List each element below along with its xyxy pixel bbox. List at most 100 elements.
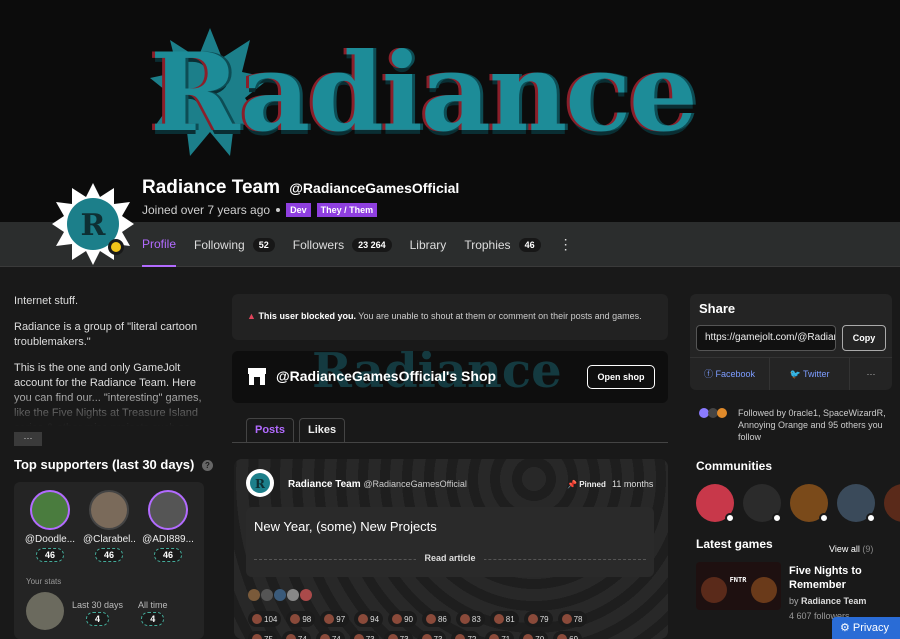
tab-profile[interactable]: Profile — [142, 222, 177, 267]
post-author-name: Radiance Team — [288, 479, 361, 490]
game-by-label: by — [789, 596, 799, 606]
share-url-field[interactable]: https://gamejolt.com/@RadianceGamesOffic… — [696, 325, 836, 351]
share-panel: Share https://gamejolt.com/@RadianceGame… — [690, 294, 892, 390]
reaction-chip[interactable]: 69 — [553, 631, 583, 639]
game-thumbnail-art: FNTR — [696, 562, 781, 610]
tab-library-label: Library — [409, 237, 447, 252]
reaction-emoji-icon — [421, 634, 432, 639]
post-timestamp: 11 months — [612, 479, 654, 489]
following-count: 52 — [252, 237, 275, 252]
reaction-emoji-icon — [557, 634, 568, 639]
blocked-title: This user blocked you. — [258, 311, 356, 321]
reaction-chip[interactable]: 86 — [421, 611, 451, 627]
pinned-label: Pinned — [579, 480, 606, 489]
avatar: R — [246, 469, 274, 497]
help-icon[interactable]: ? — [201, 460, 213, 472]
pinned-post[interactable]: R Radiance Team @RadianceGamesOfficial 📌… — [234, 459, 668, 639]
blocked-text: You are unable to shout at them or comme… — [355, 311, 642, 321]
feed-tabs: Posts Likes — [246, 418, 346, 442]
open-shop-button[interactable]: Open shop — [587, 365, 655, 389]
game-title[interactable]: Five Nights to Remember — [789, 564, 889, 592]
community-avatar[interactable] — [884, 484, 900, 522]
supporter-card[interactable]: @ADI889... 46 — [142, 490, 194, 563]
reaction-chip[interactable]: 79 — [523, 611, 553, 627]
shop-banner[interactable]: Radiance @RadianceGamesOfficial's Shop O… — [232, 351, 668, 403]
tab-library[interactable]: Library — [410, 222, 447, 267]
reaction-chip[interactable]: 75 — [248, 631, 277, 639]
read-article-label: Read article — [416, 553, 484, 563]
reaction-chip[interactable]: 74 — [315, 631, 345, 639]
reaction-chip[interactable]: 73 — [417, 631, 447, 639]
reaction-chip[interactable]: 94 — [354, 611, 384, 627]
reaction-emoji-icon — [387, 634, 398, 639]
reaction-count: 74 — [297, 634, 307, 639]
reaction-count: 74 — [331, 634, 341, 639]
reaction-chip[interactable]: 78 — [557, 611, 587, 627]
copy-button[interactable]: Copy — [842, 325, 886, 351]
profile-title: Radiance Team @RadianceGamesOfficial — [142, 177, 459, 199]
reaction-chip[interactable]: 74 — [281, 631, 311, 639]
joined-text: Joined over 7 years ago — [142, 203, 271, 217]
tab-likes[interactable]: Likes — [298, 418, 346, 442]
reaction-count: 81 — [505, 614, 515, 624]
followers-count: 23 264 — [352, 237, 392, 252]
reaction-chip[interactable]: 72 — [451, 631, 481, 639]
reaction-emoji-icon — [425, 614, 436, 624]
stat-value: 4 — [141, 612, 165, 626]
reaction-emoji-icon — [290, 614, 301, 624]
supporter-card[interactable]: @Doodle... 46 — [24, 490, 76, 563]
game-developer: by Radiance Team — [789, 596, 866, 606]
avatar — [287, 589, 299, 601]
read-article-link[interactable]: Read article — [246, 553, 654, 563]
reaction-chip[interactable]: 90 — [388, 611, 417, 627]
supporters-title: Top supporters (last 30 days) ? — [14, 457, 213, 472]
community-avatar[interactable] — [837, 484, 876, 523]
reaction-chip[interactable]: 73 — [349, 631, 379, 639]
reaction-count: 94 — [370, 614, 380, 624]
reaction-chip[interactable]: 83 — [455, 611, 485, 627]
share-social-row: ⓕ Facebook 🐦 Twitter ··· — [690, 357, 892, 390]
view-all-games-link[interactable]: View all (9) — [829, 544, 873, 554]
reaction-chip[interactable]: 81 — [489, 611, 519, 627]
tag-pronouns: They / Them — [316, 203, 378, 217]
blocked-notice: ▲ This user blocked you. You are unable … — [232, 294, 668, 340]
tab-posts[interactable]: Posts — [246, 418, 294, 442]
tab-following[interactable]: Following 52 — [194, 222, 275, 267]
tab-followers[interactable]: Followers 23 264 — [293, 222, 392, 267]
game-developer-name[interactable]: Radiance Team — [801, 596, 866, 606]
reaction-chip[interactable]: 104 — [248, 611, 282, 627]
game-thumbnail[interactable]: FNTR — [696, 562, 781, 610]
more-options-icon[interactable]: ⋮ — [559, 222, 573, 267]
reaction-chip[interactable]: 71 — [485, 631, 515, 639]
reaction-emoji-icon — [489, 634, 500, 639]
supporter-card[interactable]: @Clarabel... 46 — [83, 490, 135, 563]
communities-list — [696, 484, 900, 523]
reaction-count: 97 — [336, 614, 346, 624]
reaction-count: 86 — [437, 614, 447, 624]
tab-trophies[interactable]: Trophies 46 — [464, 222, 541, 267]
tab-trophies-label: Trophies — [464, 237, 511, 252]
profile-avatar[interactable]: R — [52, 183, 134, 265]
community-avatar[interactable] — [790, 484, 829, 523]
reaction-chip[interactable]: 98 — [286, 611, 316, 627]
facebook-share-button[interactable]: ⓕ Facebook — [690, 358, 770, 390]
bio-expand-button[interactable]: ··· — [14, 432, 42, 446]
reaction-chip[interactable]: 73 — [383, 631, 413, 639]
community-avatar[interactable] — [743, 484, 782, 523]
avatar — [26, 592, 64, 630]
reaction-chip[interactable]: 70 — [519, 631, 549, 639]
bio-paragraph: Internet stuff. — [14, 295, 79, 307]
reaction-chip[interactable]: 97 — [320, 611, 350, 627]
post-author[interactable]: Radiance Team @RadianceGamesOfficial — [288, 479, 467, 490]
community-avatar[interactable] — [696, 484, 735, 523]
article-card[interactable]: New Year, (some) New Projects Read artic… — [246, 507, 654, 577]
avatar — [300, 589, 312, 601]
reaction-emoji-icon — [324, 614, 335, 624]
twitter-share-button[interactable]: 🐦 Twitter — [770, 358, 850, 390]
supporter-value: 46 — [35, 548, 64, 562]
svg-text:R: R — [81, 208, 107, 243]
more-share-button[interactable]: ··· — [850, 358, 892, 390]
privacy-button[interactable]: ⚙ Privacy — [832, 617, 900, 639]
reaction-count: 104 — [264, 614, 278, 624]
reaction-count: 79 — [539, 614, 549, 624]
